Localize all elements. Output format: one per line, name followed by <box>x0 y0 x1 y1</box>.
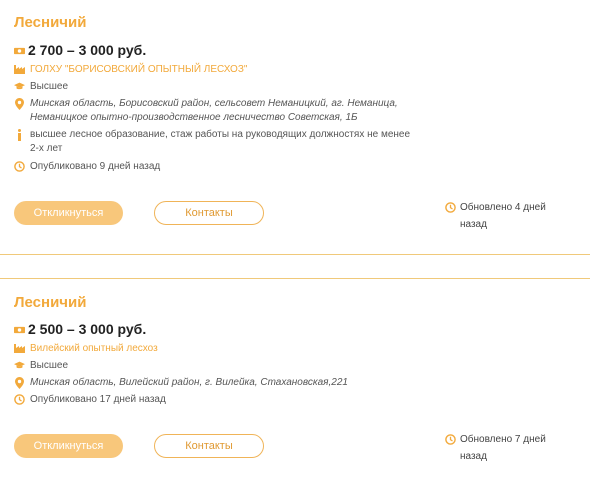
clock-icon <box>14 160 25 172</box>
address-row: Минская область, Борисовский район, сель… <box>14 97 420 125</box>
updated-date: Обновлено 7 дней назад <box>460 434 546 462</box>
requirements: высшее лесное образование, стаж работы н… <box>30 129 411 154</box>
graduation-cap-icon <box>14 80 25 91</box>
money-icon <box>14 45 25 56</box>
address-row: Минская область, Вилейский район, г. Вил… <box>14 376 420 390</box>
published-row: Опубликовано 17 дней назад <box>14 393 166 407</box>
vacancy-title[interactable]: Лесничий <box>14 294 86 311</box>
graduation-cap-icon <box>14 359 25 370</box>
salary: 2 500 – 3 000 руб. <box>28 321 147 337</box>
education: Высшее <box>30 360 69 371</box>
clock-icon <box>445 431 456 465</box>
company-row: ГОЛХУ "БОРИСОВСКИЙ ОПЫТНЫЙ ЛЕСХОЗ" <box>14 63 247 77</box>
money-icon <box>14 324 25 335</box>
published-date: Опубликовано 17 дней назад <box>30 394 166 405</box>
education-row: Высшее <box>14 80 68 94</box>
published-row: Опубликовано 9 дней назад <box>14 160 160 174</box>
updated-info: Обновлено 7 дней назад <box>445 431 570 465</box>
respond-button[interactable]: Откликнуться <box>14 434 123 458</box>
updated-info: Обновлено 4 дней назад <box>445 199 570 233</box>
clock-icon <box>14 393 25 405</box>
published-date: Опубликовано 9 дней назад <box>30 161 161 172</box>
clock-icon <box>445 199 456 233</box>
salary-row: 2 500 – 3 000 руб. <box>14 321 146 337</box>
education-row: Высшее <box>14 359 68 373</box>
vacancy-card: Лесничий 2 700 – 3 000 руб. ГОЛХУ "БОРИС… <box>0 0 590 254</box>
updated-date: Обновлено 4 дней назад <box>460 202 546 230</box>
requirements-row: высшее лесное образование, стаж работы н… <box>14 128 420 156</box>
vacancy-card: Лесничий 2 500 – 3 000 руб. Вилейский оп… <box>0 280 590 484</box>
factory-icon <box>14 342 25 353</box>
company-row: Вилейский опытный лесхоз <box>14 342 158 356</box>
company-link[interactable]: ГОЛХУ "БОРИСОВСКИЙ ОПЫТНЫЙ ЛЕСХОЗ" <box>30 63 247 77</box>
respond-button[interactable]: Откликнуться <box>14 201 123 225</box>
location-pin-icon <box>14 376 25 389</box>
salary-row: 2 700 – 3 000 руб. <box>14 42 146 58</box>
divider <box>0 278 590 279</box>
address: Минская область, Борисовский район, сель… <box>30 98 398 123</box>
factory-icon <box>14 63 25 74</box>
salary: 2 700 – 3 000 руб. <box>28 42 147 58</box>
education: Высшее <box>30 81 69 92</box>
divider <box>0 254 590 255</box>
contacts-button[interactable]: Контакты <box>154 434 264 458</box>
address: Минская область, Вилейский район, г. Вил… <box>30 377 348 388</box>
contacts-button[interactable]: Контакты <box>154 201 264 225</box>
vacancy-title[interactable]: Лесничий <box>14 14 86 31</box>
location-pin-icon <box>14 97 25 110</box>
company-link[interactable]: Вилейский опытный лесхоз <box>30 342 158 356</box>
info-icon <box>14 128 25 141</box>
